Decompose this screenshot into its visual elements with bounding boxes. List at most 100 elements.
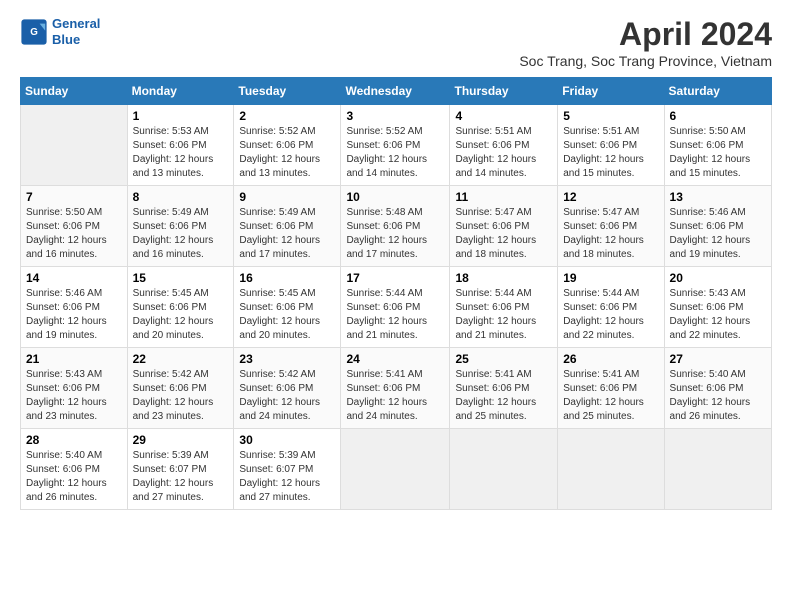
day-info: Sunrise: 5:49 AM Sunset: 6:06 PM Dayligh… (133, 206, 229, 262)
week-row-3: 14Sunrise: 5:46 AM Sunset: 6:06 PM Dayli… (21, 267, 772, 348)
day-info: Sunrise: 5:45 AM Sunset: 6:06 PM Dayligh… (133, 287, 229, 343)
day-number: 23 (239, 352, 335, 366)
calendar-cell: 11 Sunrise: 5:47 AM Sunset: 6:06 PM Dayli… (450, 186, 558, 267)
day-info: Sunrise: 5:41 AM Sunset: 6:06 PM Dayligh… (455, 368, 552, 424)
day-info: Sunrise: 5:48 AM Sunset: 6:06 PM Dayligh… (346, 206, 444, 262)
day-info: Sunrise: 5:47 AM Sunset: 6:06 PM Dayligh… (455, 206, 552, 262)
calendar-cell: 2 Sunrise: 5:52 AM Sunset: 6:06 PM Daylig… (234, 105, 341, 186)
calendar-cell: 27 Sunrise: 5:40 AM Sunset: 6:06 PM Dayli… (664, 348, 771, 429)
day-number: 9 (239, 190, 335, 204)
calendar-cell (558, 429, 664, 510)
day-number: 26 (563, 352, 658, 366)
calendar-cell: 26 Sunrise: 5:41 AM Sunset: 6:06 PM Dayli… (558, 348, 664, 429)
day-info: Sunrise: 5:49 AM Sunset: 6:06 PM Dayligh… (239, 206, 335, 262)
calendar-header: SundayMondayTuesdayWednesdayThursdayFrid… (21, 78, 772, 105)
calendar-cell: 29 Sunrise: 5:39 AM Sunset: 6:07 PM Dayli… (127, 429, 234, 510)
week-row-1: 1Sunrise: 5:53 AM Sunset: 6:06 PM Daylig… (21, 105, 772, 186)
calendar-cell: 9 Sunrise: 5:49 AM Sunset: 6:06 PM Daylig… (234, 186, 341, 267)
calendar-cell: 24 Sunrise: 5:41 AM Sunset: 6:06 PM Dayli… (341, 348, 450, 429)
day-info: Sunrise: 5:50 AM Sunset: 6:06 PM Dayligh… (670, 125, 766, 181)
header: G General Blue April 2024 Soc Trang, Soc… (20, 16, 772, 69)
day-number: 27 (670, 352, 766, 366)
calendar-body: 1Sunrise: 5:53 AM Sunset: 6:06 PM Daylig… (21, 105, 772, 510)
day-info: Sunrise: 5:52 AM Sunset: 6:06 PM Dayligh… (346, 125, 444, 181)
calendar-cell: 17Sunrise: 5:44 AM Sunset: 6:06 PM Dayli… (341, 267, 450, 348)
calendar-table: SundayMondayTuesdayWednesdayThursdayFrid… (20, 77, 772, 510)
day-info: Sunrise: 5:44 AM Sunset: 6:06 PM Dayligh… (455, 287, 552, 343)
column-header-thursday: Thursday (450, 78, 558, 105)
day-number: 5 (563, 109, 658, 123)
day-info: Sunrise: 5:52 AM Sunset: 6:06 PM Dayligh… (239, 125, 335, 181)
calendar-cell: 28Sunrise: 5:40 AM Sunset: 6:06 PM Dayli… (21, 429, 128, 510)
day-info: Sunrise: 5:40 AM Sunset: 6:06 PM Dayligh… (670, 368, 766, 424)
day-info: Sunrise: 5:39 AM Sunset: 6:07 PM Dayligh… (133, 449, 229, 505)
day-number: 25 (455, 352, 552, 366)
calendar-cell: 23 Sunrise: 5:42 AM Sunset: 6:06 PM Dayli… (234, 348, 341, 429)
day-info: Sunrise: 5:47 AM Sunset: 6:06 PM Dayligh… (563, 206, 658, 262)
title-area: April 2024 Soc Trang, Soc Trang Province… (519, 16, 772, 69)
week-row-5: 28Sunrise: 5:40 AM Sunset: 6:06 PM Dayli… (21, 429, 772, 510)
column-header-monday: Monday (127, 78, 234, 105)
day-number: 6 (670, 109, 766, 123)
day-number: 11 (455, 190, 552, 204)
calendar-cell: 6 Sunrise: 5:50 AM Sunset: 6:06 PM Daylig… (664, 105, 771, 186)
day-number: 8 (133, 190, 229, 204)
day-number: 4 (455, 109, 552, 123)
day-number: 20 (670, 271, 766, 285)
calendar-cell: 14Sunrise: 5:46 AM Sunset: 6:06 PM Dayli… (21, 267, 128, 348)
main-title: April 2024 (519, 16, 772, 53)
calendar-cell: 4 Sunrise: 5:51 AM Sunset: 6:06 PM Daylig… (450, 105, 558, 186)
logo-text: General Blue (52, 16, 100, 47)
calendar-cell: 16 Sunrise: 5:45 AM Sunset: 6:06 PM Dayli… (234, 267, 341, 348)
day-number: 2 (239, 109, 335, 123)
column-header-wednesday: Wednesday (341, 78, 450, 105)
day-number: 10 (346, 190, 444, 204)
calendar-cell: 20 Sunrise: 5:43 AM Sunset: 6:06 PM Dayli… (664, 267, 771, 348)
day-info: Sunrise: 5:44 AM Sunset: 6:06 PM Dayligh… (346, 287, 444, 343)
column-header-sunday: Sunday (21, 78, 128, 105)
calendar-cell: 3 Sunrise: 5:52 AM Sunset: 6:06 PM Daylig… (341, 105, 450, 186)
logo: G General Blue (20, 16, 100, 47)
day-number: 22 (133, 352, 229, 366)
day-info: Sunrise: 5:50 AM Sunset: 6:06 PM Dayligh… (26, 206, 122, 262)
day-info: Sunrise: 5:43 AM Sunset: 6:06 PM Dayligh… (26, 368, 122, 424)
day-number: 16 (239, 271, 335, 285)
day-number: 19 (563, 271, 658, 285)
calendar-cell: 10 Sunrise: 5:48 AM Sunset: 6:06 PM Dayli… (341, 186, 450, 267)
day-number: 3 (346, 109, 444, 123)
day-info: Sunrise: 5:51 AM Sunset: 6:06 PM Dayligh… (455, 125, 552, 181)
logo-line1: General (52, 16, 100, 31)
day-info: Sunrise: 5:42 AM Sunset: 6:06 PM Dayligh… (239, 368, 335, 424)
calendar-cell: 25 Sunrise: 5:41 AM Sunset: 6:06 PM Dayli… (450, 348, 558, 429)
column-header-tuesday: Tuesday (234, 78, 341, 105)
calendar-cell: 8 Sunrise: 5:49 AM Sunset: 6:06 PM Daylig… (127, 186, 234, 267)
day-info: Sunrise: 5:39 AM Sunset: 6:07 PM Dayligh… (239, 449, 335, 505)
day-number: 1 (133, 109, 229, 123)
calendar-cell: 1Sunrise: 5:53 AM Sunset: 6:06 PM Daylig… (127, 105, 234, 186)
day-number: 14 (26, 271, 122, 285)
day-info: Sunrise: 5:43 AM Sunset: 6:06 PM Dayligh… (670, 287, 766, 343)
week-row-2: 7Sunrise: 5:50 AM Sunset: 6:06 PM Daylig… (21, 186, 772, 267)
day-number: 13 (670, 190, 766, 204)
calendar-cell: 18Sunrise: 5:44 AM Sunset: 6:06 PM Dayli… (450, 267, 558, 348)
day-number: 15 (133, 271, 229, 285)
calendar-cell (341, 429, 450, 510)
day-number: 28 (26, 433, 122, 447)
calendar-cell: 15 Sunrise: 5:45 AM Sunset: 6:06 PM Dayli… (127, 267, 234, 348)
day-number: 29 (133, 433, 229, 447)
calendar-cell: 5Sunrise: 5:51 AM Sunset: 6:06 PM Daylig… (558, 105, 664, 186)
calendar-cell: 12Sunrise: 5:47 AM Sunset: 6:06 PM Dayli… (558, 186, 664, 267)
day-info: Sunrise: 5:41 AM Sunset: 6:06 PM Dayligh… (346, 368, 444, 424)
header-row: SundayMondayTuesdayWednesdayThursdayFrid… (21, 78, 772, 105)
day-info: Sunrise: 5:42 AM Sunset: 6:06 PM Dayligh… (133, 368, 229, 424)
day-number: 24 (346, 352, 444, 366)
calendar-cell (21, 105, 128, 186)
day-number: 30 (239, 433, 335, 447)
calendar-cell: 13Sunrise: 5:46 AM Sunset: 6:06 PM Dayli… (664, 186, 771, 267)
logo-line2: Blue (52, 32, 80, 47)
column-header-saturday: Saturday (664, 78, 771, 105)
subtitle: Soc Trang, Soc Trang Province, Vietnam (519, 53, 772, 69)
day-info: Sunrise: 5:45 AM Sunset: 6:06 PM Dayligh… (239, 287, 335, 343)
day-info: Sunrise: 5:41 AM Sunset: 6:06 PM Dayligh… (563, 368, 658, 424)
day-number: 21 (26, 352, 122, 366)
